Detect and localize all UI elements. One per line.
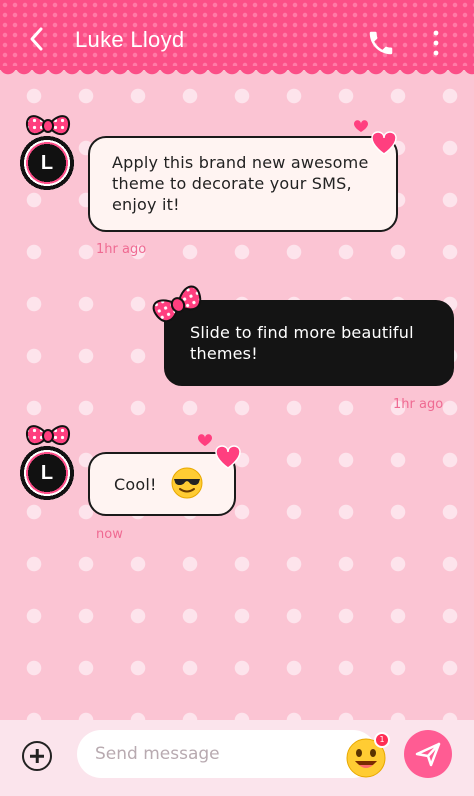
message-text: Apply this brand new awesome theme to de… [112,153,369,214]
header-scallop-edge [0,66,474,78]
app-header: Luke Lloyd [0,0,474,70]
message-timestamp: now [96,527,123,542]
more-options-button[interactable] [428,28,444,58]
hearts-icon [354,120,397,155]
emoji-button[interactable]: 1 [344,732,392,780]
back-button[interactable] [22,24,52,54]
message-text: Cool! [114,475,157,494]
chevron-left-icon [30,27,43,51]
message-timestamp: 1hr ago [96,242,147,257]
more-vertical-icon [433,30,439,56]
composer-bar: 1 [0,720,474,796]
bow-icon [152,285,202,323]
message-text: Slide to find more beautiful themes! [190,323,414,363]
bow-icon [25,115,71,136]
phone-icon [369,31,393,55]
call-button[interactable] [366,28,396,58]
send-button[interactable] [404,730,452,778]
bow-icon [25,425,71,446]
contact-name: Luke Lloyd [75,27,185,52]
send-icon [415,742,441,767]
add-attachment-button[interactable] [22,741,52,771]
message-input[interactable] [77,730,377,778]
message-timestamp: 1hr ago [393,397,444,412]
emoji-badge: 1 [374,732,390,748]
hearts-icon [198,434,241,469]
emoji-badge-count: 1 [379,735,385,744]
contact-avatar[interactable]: L [16,110,82,194]
contact-avatar[interactable]: L [16,420,82,504]
